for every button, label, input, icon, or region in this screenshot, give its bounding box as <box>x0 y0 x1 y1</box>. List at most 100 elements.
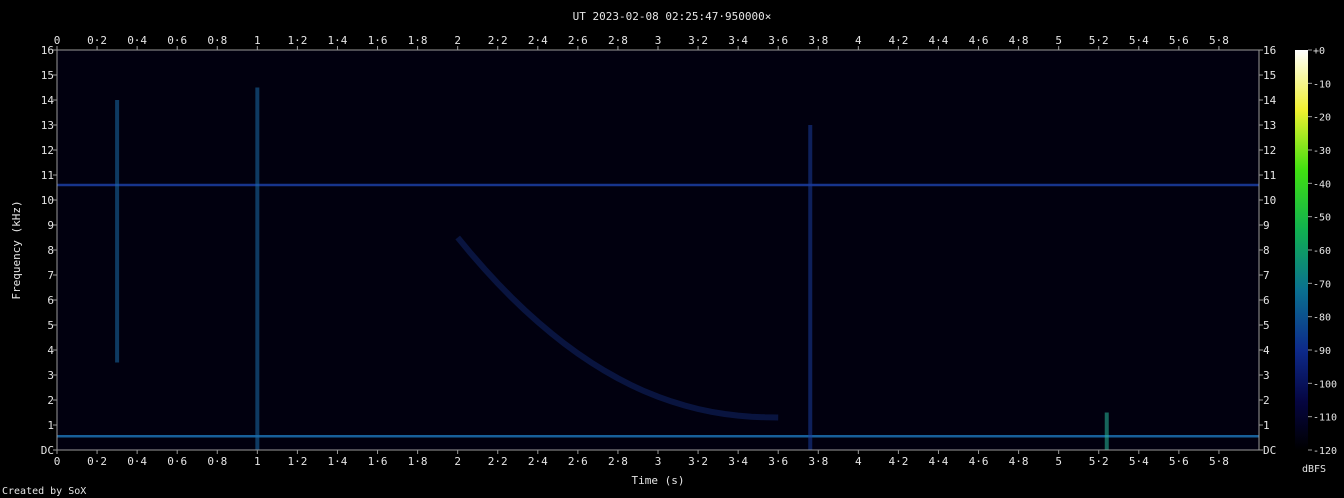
x-tick-label-bottom: 1 <box>254 455 261 468</box>
x-tick-label-bottom: 0·4 <box>127 455 147 468</box>
colorbar-tick-label: -20 <box>1313 113 1331 124</box>
colorbar-tick-label: -80 <box>1313 313 1331 324</box>
colorbar-tick-label: -10 <box>1313 79 1331 90</box>
x-tick-label-top: 2 <box>454 34 461 47</box>
y-tick-label-right: 10 <box>1263 194 1276 207</box>
x-tick-label-bottom: 1·6 <box>368 455 388 468</box>
x-tick-label-bottom: 2·6 <box>568 455 588 468</box>
x-tick-label-top: 1·2 <box>287 34 307 47</box>
x-tick-label-bottom: 3 <box>655 455 662 468</box>
x-tick-label-top: 3·4 <box>728 34 748 47</box>
y-tick-label-left: 10 <box>41 194 54 207</box>
y-tick-label-left: DC <box>41 444 54 457</box>
x-axis-bottom: 0 0·2 0·4 0·6 0·8 1 1·2 1·4 1·6 1·8 2 2·2 2·4 2·6 2·8 3… <box>54 450 1229 468</box>
y-axis-left: DC12345678910111213141516 <box>41 44 57 457</box>
y-tick-label-left: 9 <box>47 219 54 232</box>
y-tick-label-right: 12 <box>1263 144 1276 157</box>
credit-text: Created by SoX <box>2 486 86 497</box>
x-tick-label-top: 1·4 <box>328 34 348 47</box>
x-tick-label-bottom: 1·4 <box>328 455 348 468</box>
colorbar-tick-label: +0 <box>1313 46 1325 57</box>
y-tick-label-left: 6 <box>47 294 54 307</box>
y-tick-label-right: 8 <box>1263 244 1270 257</box>
x-tick-label-bottom: 4·2 <box>888 455 908 468</box>
x-tick-label-bottom: 5 <box>1055 455 1062 468</box>
x-tick-label-bottom: 0·8 <box>207 455 227 468</box>
x-tick-label-top: 3·8 <box>808 34 828 47</box>
y-tick-label-right: 5 <box>1263 319 1270 332</box>
x-tick-label-top: 4 <box>855 34 862 47</box>
y-tick-label-right: 9 <box>1263 219 1270 232</box>
x-tick-label-bottom: 3·8 <box>808 455 828 468</box>
x-axis-label: Time (s) <box>632 474 685 487</box>
spectrogram-chart: UT 2023-02-08 02:25:47·950000× 0 0·2 0·4 0·… <box>2 10 1337 497</box>
x-tick-label-top: 5·2 <box>1089 34 1109 47</box>
y-tick-label-right: 2 <box>1263 394 1270 407</box>
y-tick-label-left: 7 <box>47 269 54 282</box>
y-tick-label-right: 3 <box>1263 369 1270 382</box>
burst-band <box>115 100 120 363</box>
x-tick-label-bottom: 3·4 <box>728 455 748 468</box>
x-tick-label-top: 2·4 <box>528 34 548 47</box>
y-tick-label-left: 12 <box>41 144 54 157</box>
y-tick-label-left: 4 <box>47 344 54 357</box>
y-tick-label-left: 14 <box>41 94 55 107</box>
y-tick-label-left: 2 <box>47 394 54 407</box>
x-tick-label-bottom: 5·2 <box>1089 455 1109 468</box>
x-tick-label-bottom: 2·2 <box>488 455 508 468</box>
burst-band <box>1104 412 1109 450</box>
y-tick-label-right: 1 <box>1263 419 1270 432</box>
y-axis-right: DC12345678910111213141516 <box>1259 44 1277 457</box>
colorbar-tick-label: -60 <box>1313 246 1331 257</box>
burst-band <box>808 125 813 450</box>
colorbar-ticks: +0 -10 -20 -30 -40 -50 -60 -70 -80 -90 -100 -110 -12… <box>1308 46 1337 457</box>
x-tick-label-bottom: 4·8 <box>1009 455 1029 468</box>
x-tick-label-bottom: 5·8 <box>1209 455 1229 468</box>
y-tick-label-right: 6 <box>1263 294 1270 307</box>
colorbar-tick-label: -50 <box>1313 213 1331 224</box>
x-tick-label-top: 4·2 <box>888 34 908 47</box>
y-tick-label-left: 16 <box>41 44 54 57</box>
x-tick-label-top: 5·6 <box>1169 34 1189 47</box>
x-tick-label-bottom: 1·2 <box>287 455 307 468</box>
x-tick-label-bottom: 5·4 <box>1129 455 1149 468</box>
x-tick-label-bottom: 1·8 <box>408 455 428 468</box>
x-tick-label-bottom: 0·6 <box>167 455 187 468</box>
y-tick-label-right: 15 <box>1263 69 1276 82</box>
y-tick-label-left: 1 <box>47 419 54 432</box>
x-tick-label-top: 1·6 <box>368 34 388 47</box>
x-axis-top: 0 0·2 0·4 0·6 0·8 1 1·2 1·4 1·6 1·8 2 2·2 2·4 2·6 2·8 3… <box>54 34 1229 50</box>
x-tick-label-top: 0·2 <box>87 34 107 47</box>
plot-background <box>57 50 1259 450</box>
colorbar-tick-label: -30 <box>1313 146 1331 157</box>
y-tick-label-left: 11 <box>41 169 54 182</box>
colorbar-label: dBFS <box>1302 464 1326 475</box>
y-tick-label-left: 3 <box>47 369 54 382</box>
x-tick-label-bottom: 3·6 <box>768 455 788 468</box>
x-tick-label-top: 2·6 <box>568 34 588 47</box>
y-tick-label-right: 11 <box>1263 169 1276 182</box>
x-tick-label-top: 5·8 <box>1209 34 1229 47</box>
x-tick-label-bottom: 2·8 <box>608 455 628 468</box>
y-tick-label-left: 13 <box>41 119 54 132</box>
x-tick-label-top: 1 <box>254 34 261 47</box>
y-tick-label-right: DC <box>1263 444 1276 457</box>
x-tick-label-top: 2·8 <box>608 34 628 47</box>
x-tick-label-bottom: 4·6 <box>969 455 989 468</box>
x-tick-label-top: 0·4 <box>127 34 147 47</box>
x-tick-label-bottom: 0·2 <box>87 455 107 468</box>
y-tick-label-right: 4 <box>1263 344 1270 357</box>
x-tick-label-top: 2·2 <box>488 34 508 47</box>
plot-area <box>56 49 1260 451</box>
x-tick-label-top: 0·6 <box>167 34 187 47</box>
y-axis-label: Frequency (kHz) <box>10 200 23 299</box>
x-tick-label-top: 3·2 <box>688 34 708 47</box>
chart-title: UT 2023-02-08 02:25:47·950000× <box>573 10 772 23</box>
colorbar-tick-label: -40 <box>1313 179 1331 190</box>
y-tick-label-right: 16 <box>1263 44 1276 57</box>
x-tick-label-top: 4·6 <box>969 34 989 47</box>
y-tick-label-right: 14 <box>1263 94 1277 107</box>
x-tick-label-top: 0·8 <box>207 34 227 47</box>
x-tick-label-bottom: 5·6 <box>1169 455 1189 468</box>
colorbar-tick-label: -120 <box>1313 446 1337 457</box>
